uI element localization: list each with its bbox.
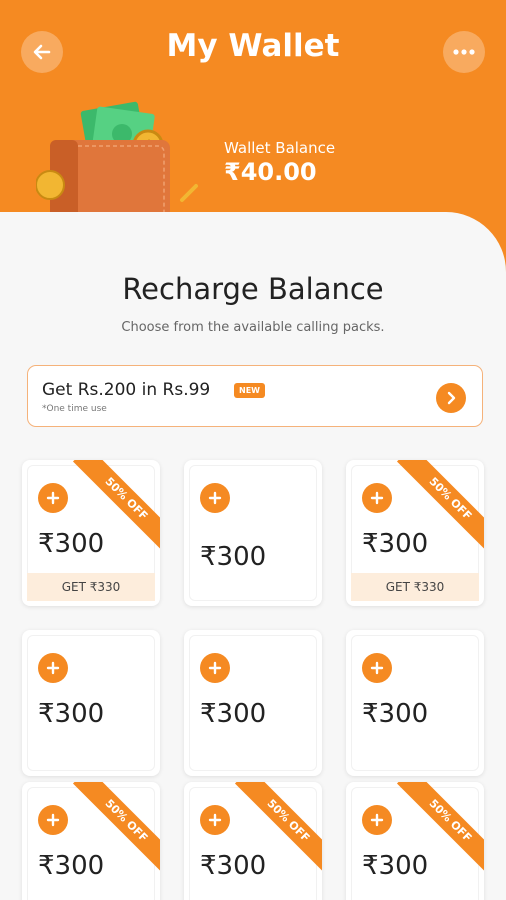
pack-card[interactable]: ₹300 bbox=[184, 630, 322, 776]
discount-ribbon-label: 50% OFF bbox=[72, 782, 160, 872]
add-pack-button[interactable] bbox=[38, 483, 68, 513]
pack-card[interactable]: ₹300 bbox=[346, 630, 484, 776]
discount-ribbon-label: 50% OFF bbox=[396, 782, 484, 872]
discount-ribbon-label: 50% OFF bbox=[396, 460, 484, 550]
pack-amount: ₹300 bbox=[200, 542, 267, 572]
pack-get-value: GET ₹330 bbox=[351, 573, 479, 601]
discount-ribbon: 50% OFF bbox=[394, 460, 484, 550]
add-pack-button[interactable] bbox=[38, 653, 68, 683]
plus-icon bbox=[208, 491, 222, 505]
pack-card[interactable]: ₹300 50% OFF bbox=[22, 782, 160, 900]
discount-ribbon-label: 50% OFF bbox=[72, 460, 160, 550]
add-pack-button[interactable] bbox=[362, 653, 392, 683]
plus-icon bbox=[46, 813, 60, 827]
pack-card[interactable]: ₹300 bbox=[22, 630, 160, 776]
pack-card[interactable]: ₹300 50% OFF bbox=[184, 782, 322, 900]
pack-amount: ₹300 bbox=[38, 699, 105, 729]
add-pack-button[interactable] bbox=[200, 805, 230, 835]
add-pack-button[interactable] bbox=[362, 483, 392, 513]
discount-ribbon-label: 50% OFF bbox=[234, 782, 322, 872]
pack-grid: ₹300 GET ₹330 50% OFF ₹300 ₹300 GET ₹330 50% O… bbox=[0, 0, 506, 900]
pack-amount: ₹300 bbox=[200, 699, 267, 729]
pack-card[interactable]: ₹300 GET ₹330 50% OFF bbox=[22, 460, 160, 606]
plus-icon bbox=[370, 813, 384, 827]
discount-ribbon: 50% OFF bbox=[232, 782, 322, 872]
pack-card[interactable]: ₹300 bbox=[184, 460, 322, 606]
discount-ribbon: 50% OFF bbox=[394, 782, 484, 872]
plus-icon bbox=[370, 661, 384, 675]
plus-icon bbox=[208, 813, 222, 827]
add-pack-button[interactable] bbox=[362, 805, 392, 835]
add-pack-button[interactable] bbox=[200, 653, 230, 683]
add-pack-button[interactable] bbox=[200, 483, 230, 513]
pack-card[interactable]: ₹300 GET ₹330 50% OFF bbox=[346, 460, 484, 606]
pack-get-value: GET ₹330 bbox=[27, 573, 155, 601]
pack-amount: ₹300 bbox=[362, 699, 429, 729]
plus-icon bbox=[370, 491, 384, 505]
plus-icon bbox=[46, 661, 60, 675]
add-pack-button[interactable] bbox=[38, 805, 68, 835]
pack-card[interactable]: ₹300 50% OFF bbox=[346, 782, 484, 900]
plus-icon bbox=[46, 491, 60, 505]
plus-icon bbox=[208, 661, 222, 675]
discount-ribbon: 50% OFF bbox=[70, 782, 160, 872]
discount-ribbon: 50% OFF bbox=[70, 460, 160, 550]
